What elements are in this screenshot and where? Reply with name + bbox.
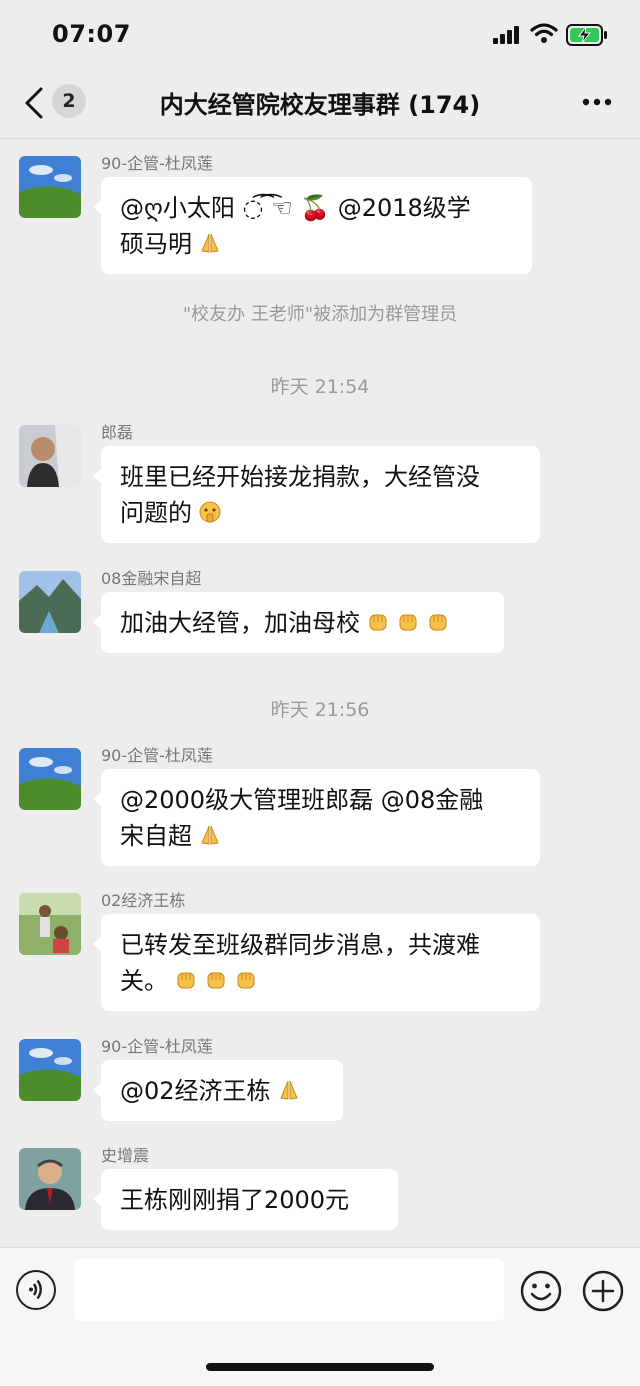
message-text: @ღ小太阳 ◌͡ ͡☜ 🍒 @2018级学 — [120, 194, 471, 222]
praying-hands-emoji-icon — [279, 1080, 298, 1100]
back-chevron-icon[interactable] — [22, 86, 46, 120]
chat-title: 内大经管院校友理事群 (174) — [159, 91, 481, 119]
praying-hands-emoji-icon — [201, 233, 219, 253]
fist-emoji-icon — [237, 972, 255, 989]
praying-hands-emoji-icon — [201, 825, 219, 845]
fist-emoji-icon — [399, 614, 417, 631]
message-text: 硕马明 — [120, 230, 192, 258]
avatar[interactable] — [19, 571, 81, 633]
message-input[interactable] — [74, 1259, 504, 1321]
message-text: 王栋刚刚捐了2000元 — [120, 1186, 350, 1214]
message-bubble[interactable]: 班里已经开始接龙捐款，大经管没 问题的 — [93, 446, 540, 543]
message-bubble[interactable]: @2000级大管理班郎磊 @08金融 宋自超 — [93, 769, 540, 866]
chat-header: 2 内大经管院校友理事群 (174) — [0, 68, 640, 139]
message-text: 已转发至班级群同步消息，共渡难 — [120, 931, 480, 959]
sender-name: 08金融宋自超 — [101, 569, 202, 588]
sender-name: 史增震 — [101, 1146, 150, 1165]
more-options-icon[interactable] — [582, 98, 612, 106]
cellular-signal-icon — [493, 26, 519, 44]
plus-icon[interactable] — [582, 1270, 624, 1312]
fist-emoji-icon — [429, 614, 447, 631]
fist-emoji-icon — [369, 614, 387, 631]
message-text: 问题的 — [120, 499, 192, 527]
wifi-icon — [530, 23, 558, 43]
message-text: 加油大经管，加油母校 — [120, 609, 360, 637]
message-bubble[interactable]: 王栋刚刚捐了2000元 — [93, 1169, 398, 1230]
voice-input-icon[interactable] — [16, 1270, 56, 1310]
message-text: 宋自超 — [120, 822, 192, 850]
unread-count-badge[interactable]: 2 — [52, 84, 86, 118]
timestamp: 昨天 21:54 — [270, 376, 370, 398]
message-bubble[interactable]: 已转发至班级群同步消息，共渡难 关。 — [93, 914, 540, 1011]
avatar[interactable] — [19, 425, 81, 487]
shushing-face-emoji-icon — [199, 501, 221, 523]
sender-name: 郎磊 — [101, 423, 134, 442]
message-text: @2000级大管理班郎磊 @08金融 — [120, 786, 484, 814]
fist-emoji-icon — [177, 972, 195, 989]
sender-name: 90-企管-杜凤莲 — [101, 746, 213, 765]
message-text: 班里已经开始接龙捐款，大经管没 — [120, 463, 480, 491]
avatar[interactable] — [19, 1148, 81, 1210]
message-text: 关。 — [120, 967, 168, 995]
sender-name: 90-企管-杜凤莲 — [101, 154, 213, 173]
sender-name: 02经济王栋 — [101, 891, 186, 910]
fist-emoji-icon — [207, 972, 225, 989]
avatar[interactable] — [19, 748, 81, 810]
message-bubble[interactable]: @ღ小太阳 ◌͡ ͡☜ 🍒 @2018级学 硕马明 — [93, 177, 532, 274]
avatar[interactable] — [19, 1039, 81, 1101]
message-bubble[interactable]: 加油大经管，加油母校 — [93, 592, 504, 653]
home-indicator[interactable] — [206, 1363, 434, 1371]
avatar[interactable] — [19, 893, 81, 955]
message-bubble[interactable]: @02经济王栋 — [93, 1060, 343, 1121]
emoji-icon[interactable] — [520, 1270, 562, 1312]
message-text: @02经济王栋 — [120, 1077, 271, 1105]
status-time: 07:07 — [52, 20, 131, 48]
avatar[interactable] — [19, 156, 81, 218]
battery-charging-icon — [566, 24, 607, 46]
status-bar: 07:07 — [0, 0, 640, 68]
sender-name: 90-企管-杜凤莲 — [101, 1037, 213, 1056]
timestamp: 昨天 21:56 — [270, 699, 370, 721]
system-notice: "校友办 王老师"被添加为群管理员 — [182, 304, 458, 325]
